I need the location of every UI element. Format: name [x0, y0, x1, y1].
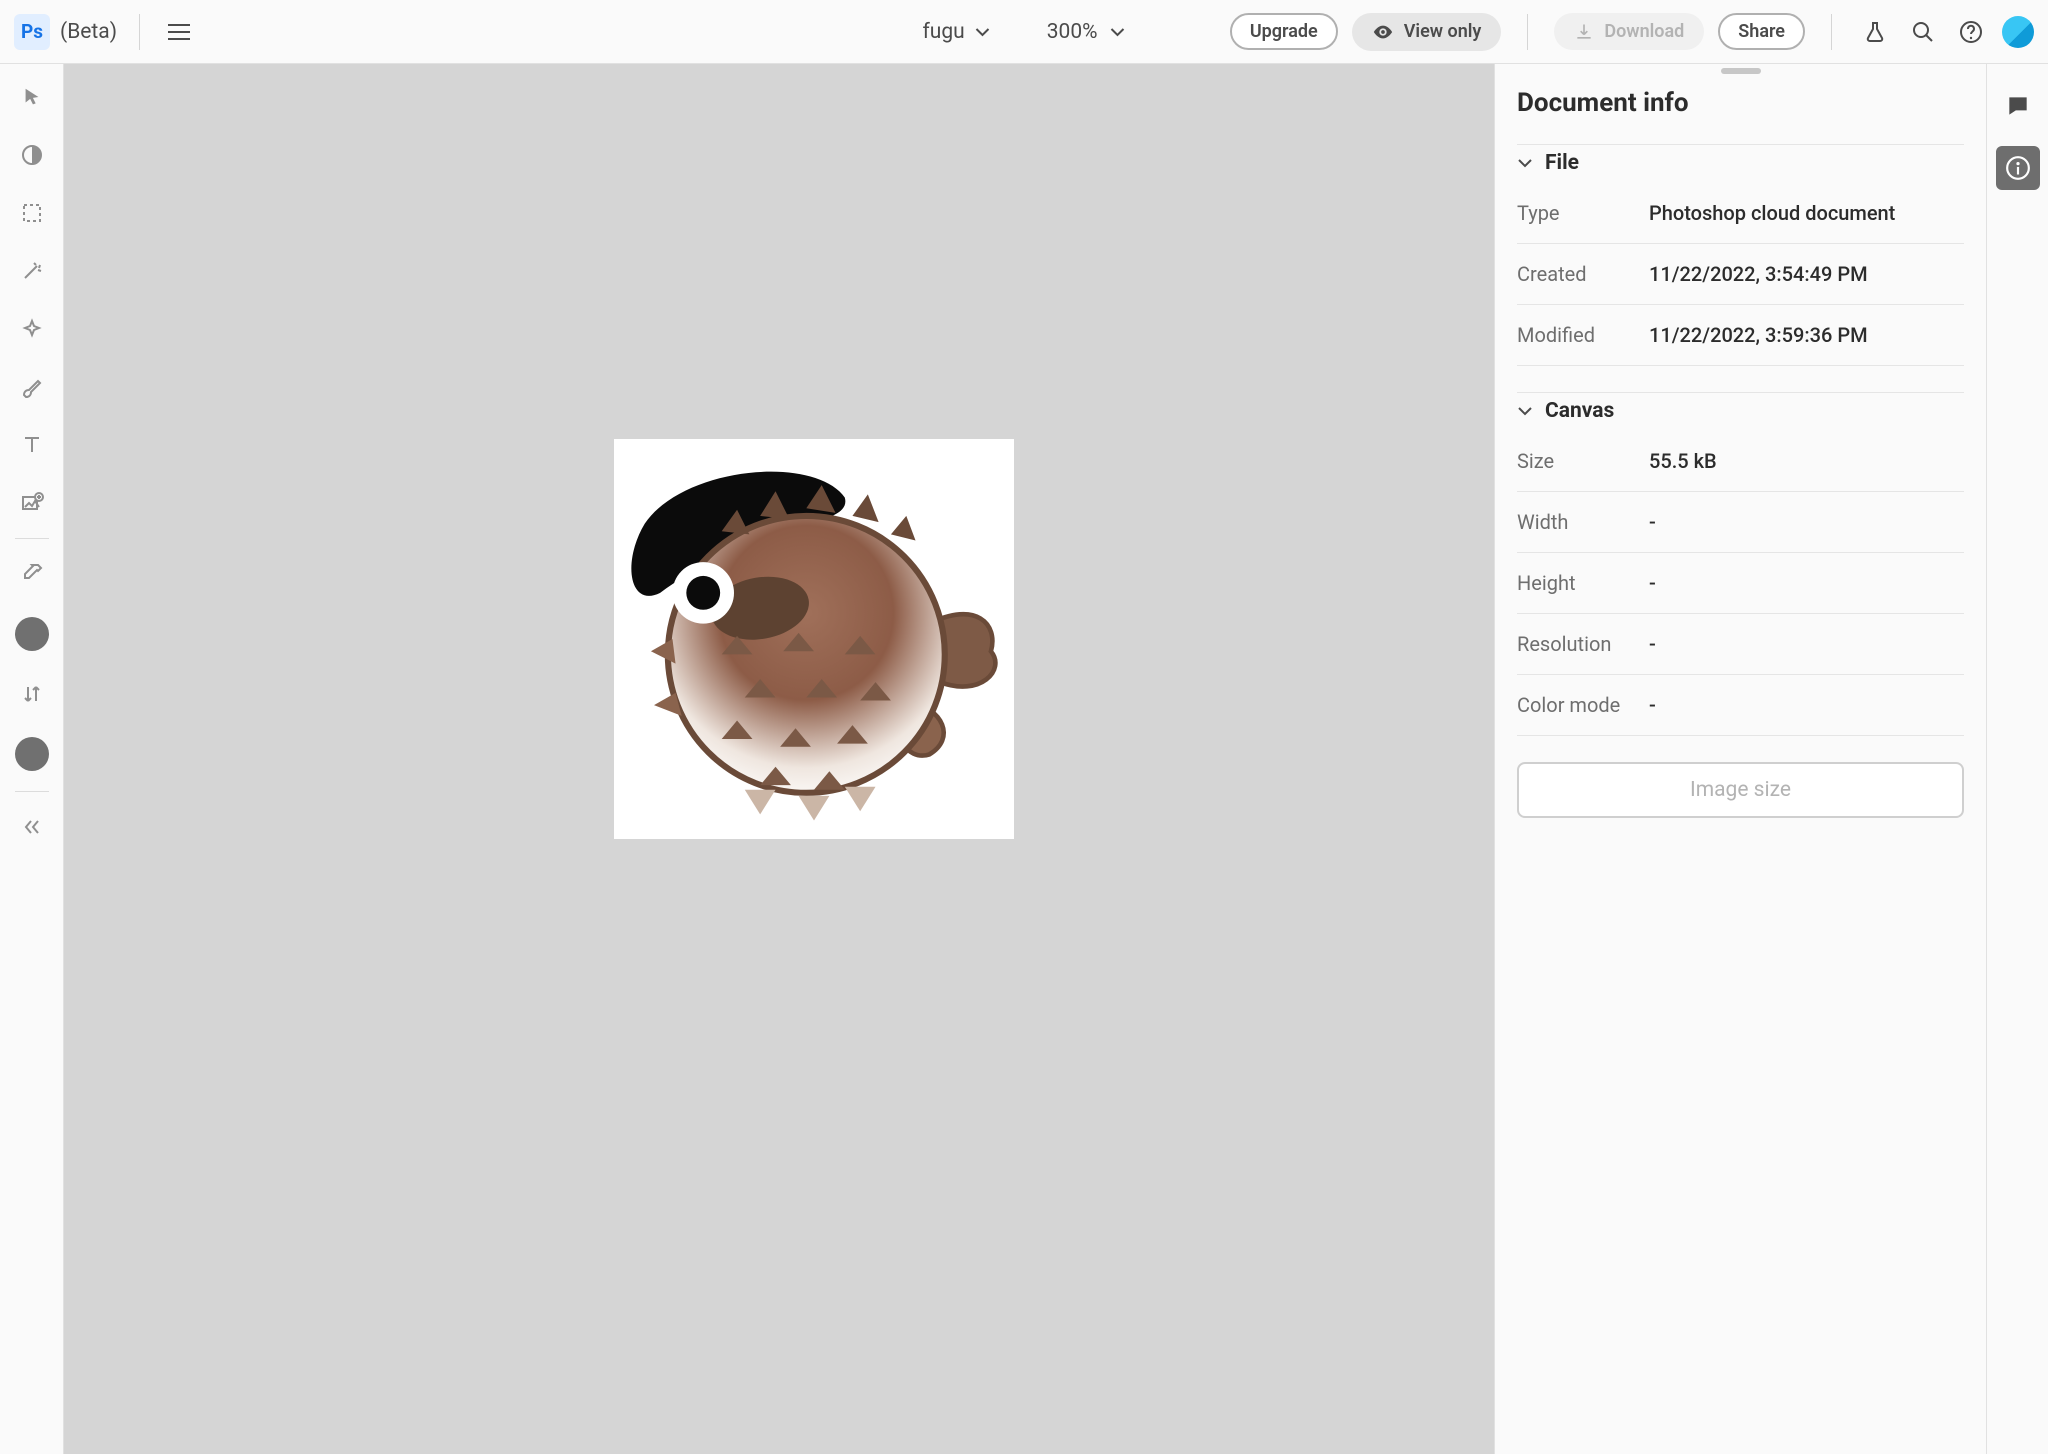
info-value: - [1649, 510, 1964, 534]
info-label: Size [1517, 449, 1649, 473]
info-row-type: Type Photoshop cloud document [1517, 183, 1964, 244]
collapse-toolbar-icon[interactable] [17, 812, 47, 842]
info-row-size: Size 55.5 kB [1517, 431, 1964, 492]
move-tool-icon[interactable] [17, 82, 47, 112]
divider [15, 791, 49, 792]
select-tool-icon[interactable] [17, 198, 47, 228]
background-color-swatch[interactable] [15, 737, 49, 771]
info-label: Resolution [1517, 632, 1649, 656]
info-label: Type [1517, 201, 1649, 225]
info-value: - [1649, 632, 1964, 656]
beta-label: (Beta) [60, 20, 117, 44]
panel-drag-handle[interactable] [1721, 68, 1761, 74]
text-tool-icon[interactable] [17, 430, 47, 460]
info-value: 55.5 kB [1649, 449, 1964, 473]
file-section-header[interactable]: File [1517, 144, 1964, 183]
file-section-label: File [1545, 151, 1579, 175]
download-button: Download [1554, 13, 1704, 50]
info-label: Height [1517, 571, 1649, 595]
info-label: Created [1517, 262, 1649, 286]
upgrade-button[interactable]: Upgrade [1230, 13, 1338, 50]
download-label: Download [1604, 21, 1684, 42]
canvas-section-header[interactable]: Canvas [1517, 392, 1964, 431]
download-icon [1574, 22, 1594, 42]
chevron-down-icon [1517, 155, 1533, 171]
document-info-panel: Document info File Type Photoshop cloud … [1494, 64, 1986, 1454]
foreground-color-swatch[interactable] [15, 617, 49, 651]
canvas-viewport[interactable] [64, 64, 1494, 1454]
eye-icon [1372, 21, 1394, 43]
zoom-value: 300% [1047, 20, 1098, 44]
info-row-width: Width - [1517, 492, 1964, 553]
fugu-image [614, 439, 1014, 839]
image-size-button: Image size [1517, 762, 1964, 818]
info-row-created: Created 11/22/2022, 3:54:49 PM [1517, 244, 1964, 305]
info-row-modified: Modified 11/22/2022, 3:59:36 PM [1517, 305, 1964, 366]
labs-icon[interactable] [1858, 15, 1892, 49]
info-value: 11/22/2022, 3:59:36 PM [1649, 323, 1964, 347]
info-label: Width [1517, 510, 1649, 534]
chevron-down-icon [975, 24, 991, 40]
view-only-label: View only [1404, 21, 1482, 42]
info-row-colormode: Color mode - [1517, 675, 1964, 736]
info-value: Photoshop cloud document [1649, 201, 1964, 225]
divider [15, 538, 49, 539]
comments-icon[interactable] [1996, 84, 2040, 128]
sparkle-tool-icon[interactable] [17, 314, 47, 344]
info-value: 11/22/2022, 3:54:49 PM [1649, 262, 1964, 286]
info-value: - [1649, 571, 1964, 595]
adjust-tool-icon[interactable] [17, 140, 47, 170]
search-icon[interactable] [1906, 15, 1940, 49]
document-name-dropdown[interactable]: fugu [922, 20, 990, 44]
brush-tool-icon[interactable] [17, 372, 47, 402]
divider [1831, 14, 1832, 50]
document-name: fugu [922, 20, 964, 44]
hamburger-menu-icon[interactable] [162, 18, 196, 46]
info-row-height: Height - [1517, 553, 1964, 614]
left-toolbar [0, 64, 64, 1454]
canvas-section-label: Canvas [1545, 399, 1614, 423]
info-row-resolution: Resolution - [1517, 614, 1964, 675]
info-label: Color mode [1517, 693, 1649, 717]
help-icon[interactable] [1954, 15, 1988, 49]
right-rail [1986, 64, 2048, 1454]
artboard[interactable] [614, 439, 1014, 839]
add-image-tool-icon[interactable] [17, 488, 47, 518]
info-label: Modified [1517, 323, 1649, 347]
magic-wand-tool-icon[interactable] [17, 256, 47, 286]
chevron-down-icon [1110, 24, 1126, 40]
zoom-dropdown[interactable]: 300% [1047, 20, 1126, 44]
share-button[interactable]: Share [1718, 13, 1805, 50]
user-avatar[interactable] [2002, 16, 2034, 48]
swap-colors-icon[interactable] [17, 679, 47, 709]
info-icon[interactable] [1996, 146, 2040, 190]
divider [139, 14, 140, 50]
app-header: Ps (Beta) fugu 300% Upgrade View only [0, 0, 2048, 64]
view-only-button[interactable]: View only [1352, 13, 1502, 51]
panel-title: Document info [1517, 88, 1964, 118]
chevron-down-icon [1517, 403, 1533, 419]
eyedropper-tool-icon[interactable] [17, 559, 47, 589]
divider [1527, 14, 1528, 50]
photoshop-logo[interactable]: Ps [14, 14, 50, 50]
info-value: - [1649, 693, 1964, 717]
